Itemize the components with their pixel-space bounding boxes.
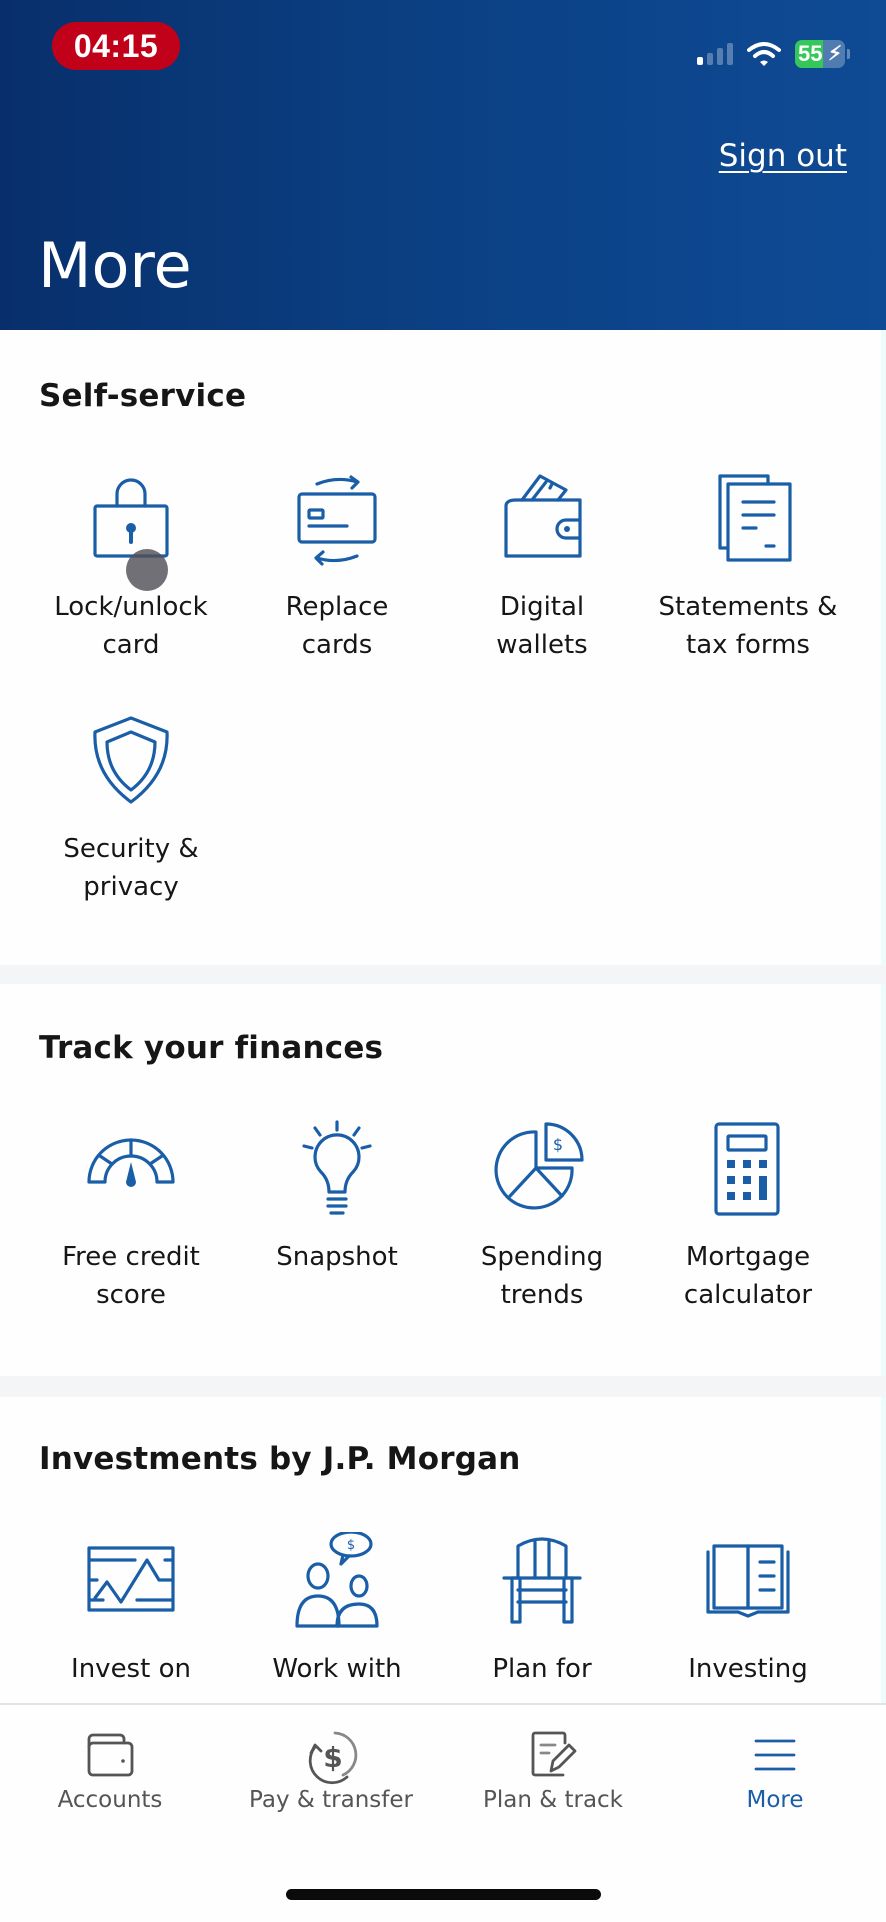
tile-label: Lock/unlock card — [54, 592, 208, 660]
svg-text:$: $ — [347, 1538, 355, 1553]
nav-more[interactable]: More — [675, 1729, 875, 1813]
tile-statements-tax-forms[interactable]: Statements & tax forms — [645, 470, 851, 664]
tile-replace-cards[interactable]: Replace cards — [234, 470, 440, 664]
section-divider — [0, 965, 886, 984]
book-icon — [698, 1532, 798, 1632]
home-indicator — [286, 1889, 601, 1900]
stock-chart-icon — [81, 1532, 181, 1632]
chair-icon — [492, 1532, 592, 1632]
menu-icon — [745, 1729, 805, 1785]
nav-plan-track[interactable]: Plan & track — [453, 1729, 653, 1813]
advisor-icon: $ — [287, 1532, 387, 1632]
lightbulb-icon — [287, 1120, 387, 1220]
nav-pay-transfer[interactable]: $ Pay & transfer — [231, 1729, 431, 1813]
tile-label: Replace cards — [285, 592, 389, 660]
nav-label: Pay & transfer — [249, 1787, 413, 1813]
tile-label: Mortgage calculator — [683, 1242, 813, 1310]
tile-snapshot[interactable]: Snapshot — [234, 1120, 440, 1276]
section-title-investments: Investments by J.P. Morgan — [39, 1441, 521, 1477]
note-pencil-icon — [523, 1729, 583, 1785]
tile-plan-for-retirement[interactable]: Plan for — [439, 1532, 645, 1688]
tile-label: Spending trends — [480, 1242, 604, 1310]
status-icons: 55 ⚡︎ — [697, 38, 850, 70]
pie-chart-icon: $ — [492, 1120, 592, 1220]
nav-label: More — [746, 1787, 804, 1813]
svg-text:$: $ — [323, 1741, 342, 1774]
tile-label: Digital wallets — [496, 592, 588, 660]
section-title-track-finances: Track your finances — [39, 1030, 384, 1066]
svg-text:$: $ — [553, 1135, 563, 1154]
status-time: 04:15 — [52, 22, 180, 70]
battery-icon: 55 ⚡︎ — [795, 40, 845, 68]
battery-percent: 55 — [798, 41, 823, 66]
tile-label: Statements & tax forms — [658, 592, 838, 660]
tile-spending-trends[interactable]: $ Spending trends — [439, 1120, 645, 1314]
nav-label: Accounts — [57, 1787, 163, 1813]
replace-card-icon — [287, 470, 387, 570]
touch-indicator — [126, 549, 168, 591]
charging-bolt-icon: ⚡︎ — [827, 43, 842, 65]
page-title: More — [38, 229, 192, 302]
tile-label: Snapshot — [276, 1242, 398, 1272]
tile-investing-insights[interactable]: Investing — [645, 1532, 851, 1688]
calculator-icon — [698, 1120, 798, 1220]
battery-cap — [847, 49, 850, 59]
edge-strip — [881, 330, 886, 1890]
tile-mortgage-calculator[interactable]: Mortgage calculator — [645, 1120, 851, 1314]
wallet-icon — [80, 1729, 140, 1785]
tile-label: Security & privacy — [63, 834, 199, 902]
tile-label: Work with — [272, 1654, 402, 1684]
gauge-icon — [81, 1120, 181, 1220]
dollar-cycle-icon: $ — [301, 1729, 361, 1785]
section-title-self-service: Self-service — [39, 378, 247, 414]
tile-digital-wallets[interactable]: Digital wallets — [439, 470, 645, 664]
nav-label: Plan & track — [482, 1787, 624, 1813]
shield-icon — [81, 712, 181, 812]
tile-free-credit-score[interactable]: Free credit score — [28, 1120, 234, 1314]
section-divider — [0, 1376, 886, 1397]
wallet-icon — [492, 470, 592, 570]
documents-icon — [698, 470, 798, 570]
tile-security-privacy[interactable]: Security & privacy — [28, 712, 234, 906]
tile-work-with-advisor[interactable]: $ Work with — [234, 1532, 440, 1688]
wifi-icon — [747, 42, 781, 66]
tile-label: Plan for — [492, 1654, 592, 1684]
sign-out-link[interactable]: Sign out — [719, 138, 847, 174]
nav-accounts[interactable]: Accounts — [10, 1729, 210, 1813]
tile-label: Free credit score — [62, 1242, 200, 1310]
cellular-signal-icon — [697, 43, 733, 65]
tile-label: Invest on — [71, 1654, 191, 1684]
tile-invest-on-own[interactable]: Invest on — [28, 1532, 234, 1688]
header: 04:15 55 ⚡︎ Sign out More — [0, 0, 886, 330]
tile-label: Investing — [688, 1654, 808, 1684]
